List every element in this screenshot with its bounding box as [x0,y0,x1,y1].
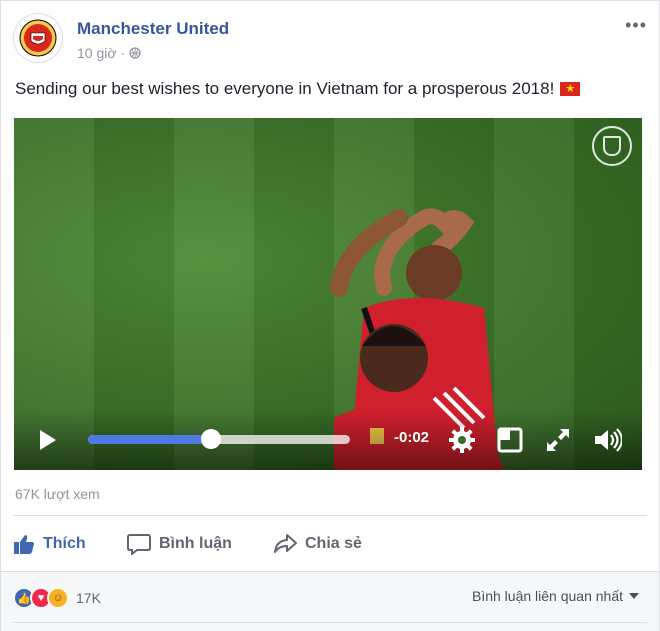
comment-button[interactable]: Bình luận [127,526,232,562]
video-scrubber-handle[interactable] [201,429,222,449]
page-name-link[interactable]: Manchester United [77,19,229,39]
divider [13,515,647,516]
post-meta: 10 giờ · [77,45,141,61]
comment-bubble-icon [127,534,151,555]
post-timestamp[interactable]: 10 giờ [77,45,117,61]
like-button[interactable]: Thích [13,526,86,562]
post-message: Sending our best wishes to everyone in V… [15,79,581,99]
share-button[interactable]: Chia sẻ [273,526,362,562]
post-actions: Thích Bình luận Chia sẻ [13,526,647,562]
post-header: Manchester United 10 giờ · ••• [13,13,647,65]
share-arrow-icon [274,534,297,553]
post-message-text: Sending our best wishes to everyone in V… [15,79,555,98]
post-card: Manchester United 10 giờ · ••• Sending o… [0,0,660,631]
divider [13,622,647,623]
reaction-summary[interactable]: 👍 ♥ ☺ 17K [13,587,101,609]
post-footer: 👍 ♥ ☺ 17K Bình luận liên quan nhất [1,571,659,631]
vietnam-flag-icon: ★ [560,82,581,96]
club-watermark-icon [592,126,632,166]
video-progress-fill [88,435,212,444]
page-avatar[interactable] [13,13,63,63]
comment-label: Bình luận [159,535,232,552]
meta-separator: · [120,45,126,61]
share-label: Chia sẻ [305,535,362,552]
caret-down-icon [629,593,639,599]
comment-sort-dropdown[interactable]: Bình luận liên quan nhất [472,588,639,604]
volume-icon[interactable] [592,426,622,454]
expand-icon[interactable] [496,426,524,454]
play-icon[interactable] [40,430,56,450]
globe-icon [129,47,141,59]
more-options-button[interactable]: ••• [625,15,647,36]
video-remaining-time: -0:02 [394,429,430,446]
fullscreen-icon[interactable] [544,426,572,454]
like-label: Thích [43,535,86,552]
view-count: 67K lượt xem [15,486,100,502]
haha-reaction-icon: ☺ [47,587,69,609]
club-crest-icon [19,19,57,57]
settings-gear-icon[interactable] [448,426,476,454]
thumbs-up-icon [14,535,34,554]
reaction-count: 17K [76,590,101,606]
video-progress-bar[interactable] [88,429,350,449]
comment-sort-label: Bình luận liên quan nhất [471,588,623,604]
video-player[interactable]: -0:02 [14,118,642,470]
